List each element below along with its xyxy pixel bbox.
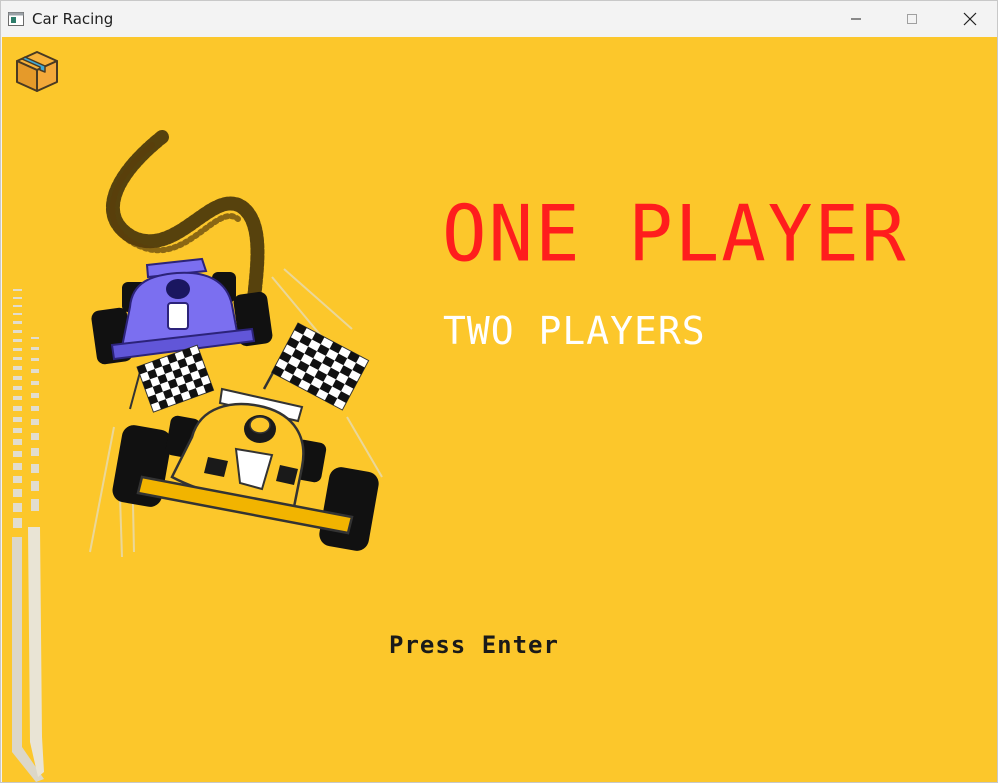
menu-item-one-player[interactable]: ONE PLAYER <box>442 189 908 279</box>
window-title: Car Racing <box>32 10 114 28</box>
title-bar[interactable]: Car Racing <box>1 1 997 37</box>
minimize-icon <box>851 18 861 20</box>
maximize-icon <box>907 14 917 24</box>
press-enter-prompt: Press Enter <box>389 631 559 659</box>
package-box-icon[interactable] <box>14 49 60 93</box>
close-icon <box>963 12 977 26</box>
game-window: Car Racing ONE PLAYER TWO PLAYERS Press … <box>0 0 998 783</box>
game-canvas[interactable]: ONE PLAYER TWO PLAYERS Press Enter <box>2 37 997 782</box>
speed-stripes <box>12 289 44 782</box>
purple-race-car <box>91 257 273 365</box>
racing-cars-illustration <box>12 130 383 782</box>
menu-item-two-players[interactable]: TWO PLAYERS <box>443 309 706 353</box>
maximize-button[interactable] <box>883 1 941 37</box>
checkered-flag-right <box>262 322 370 411</box>
minimize-button[interactable] <box>827 1 885 37</box>
close-button[interactable] <box>941 1 998 37</box>
yellow-race-car <box>112 387 379 551</box>
window-app-icon <box>8 12 24 26</box>
